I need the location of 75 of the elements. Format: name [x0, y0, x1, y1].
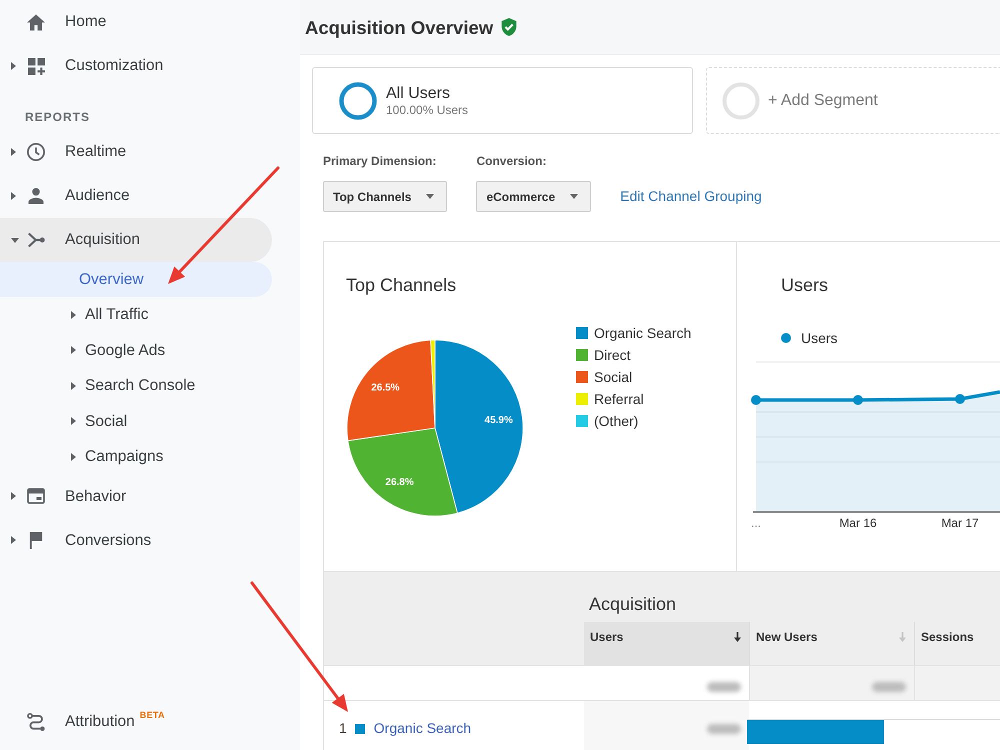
- filter-label: Primary Dimension:: [323, 154, 436, 168]
- sidebar-item[interactable]: Home: [0, 0, 124, 44]
- segment-card[interactable]: All Users 100.00% Users: [312, 67, 693, 134]
- sidebar-item[interactable]: Behavior: [0, 474, 144, 518]
- blurred-value: [872, 682, 906, 692]
- legend-label: Direct: [594, 346, 631, 364]
- blurred-value: [707, 682, 741, 692]
- sidebar-subitem[interactable]: Google Ads: [0, 332, 184, 368]
- slice-label: 26.5%: [371, 382, 400, 394]
- person-icon: [28, 188, 44, 204]
- sidebar-item[interactable]: Conversions: [0, 518, 170, 562]
- caret-right-icon: [11, 148, 16, 156]
- legend-label: Referral: [594, 390, 644, 408]
- flag-icon: [29, 532, 43, 549]
- data-point: [955, 394, 965, 404]
- caret-down-icon: [570, 194, 578, 199]
- sidebar-item[interactable]: Realtime: [0, 130, 144, 174]
- branch-icon: [27, 232, 45, 248]
- caret-right-icon: [71, 346, 76, 354]
- legend-label: Organic Search: [594, 324, 692, 343]
- caret-right-icon: [11, 62, 16, 70]
- data-point: [853, 395, 863, 405]
- dropdown-button[interactable]: Top Channels: [323, 181, 448, 212]
- filter-label: Conversion:: [476, 154, 546, 168]
- add-segment-button[interactable]: + Add Segment: [706, 67, 1000, 134]
- axis-label: Mar 17: [941, 516, 979, 530]
- sidebar-subitem[interactable]: Search Console: [0, 368, 214, 404]
- group-heading: Acquisition: [589, 594, 676, 614]
- beta-label: BETA: [140, 710, 165, 720]
- caret-down-icon: [11, 238, 19, 242]
- data-point: [751, 395, 761, 405]
- column-header[interactable]: Users: [584, 622, 749, 665]
- sidebar-subitem[interactable]: Campaigns: [0, 438, 182, 474]
- page-title: Acquisition Overview: [305, 16, 494, 38]
- legend-label: Users: [801, 328, 838, 348]
- caret-right-icon: [11, 492, 16, 500]
- chart-title: Top Channels: [346, 274, 456, 296]
- caret-right-icon: [71, 311, 76, 320]
- caret-right-icon: [71, 382, 76, 390]
- sidebar-item[interactable]: Audience: [0, 174, 148, 218]
- dashboard-grid-icon: [28, 58, 44, 74]
- section-heading: REPORTS: [25, 110, 90, 124]
- sidebar-item[interactable]: Attribution BETA: [0, 700, 183, 744]
- slice-label: 26.8%: [385, 477, 414, 488]
- sidebar-subitem[interactable]: Social: [0, 404, 146, 439]
- browser-window-icon: [27, 488, 45, 504]
- channel-link[interactable]: Organic Search: [374, 718, 472, 739]
- legend-marker-icon: [781, 333, 791, 343]
- caret-right-icon: [71, 452, 76, 461]
- sidebar-item[interactable]: Customization: [0, 44, 182, 88]
- edit-link[interactable]: Edit Channel Grouping: [620, 188, 762, 205]
- column-header[interactable]: New Users: [749, 622, 914, 665]
- caret-down-icon: [426, 194, 434, 199]
- ring-icon: [722, 82, 760, 120]
- row-rank: 1: [339, 719, 347, 738]
- chart-title: Users: [781, 274, 828, 296]
- caret-right-icon: [71, 417, 76, 426]
- column-header[interactable]: Sessions: [914, 622, 1000, 665]
- dropdown-button[interactable]: eCommerce: [476, 181, 592, 212]
- slice-label: 45.9%: [484, 415, 513, 426]
- sidebar-subitem[interactable]: All Traffic: [0, 297, 166, 333]
- caret-right-icon: [11, 192, 16, 200]
- legend-label: Social: [594, 368, 632, 386]
- verified-shield-icon: [501, 18, 518, 36]
- route-icon: [27, 713, 45, 731]
- legend-label: (Other): [594, 412, 638, 431]
- sidebar-subitem[interactable]: Overview: [0, 262, 272, 298]
- clock-icon: [27, 143, 45, 161]
- blurred-value: [707, 724, 741, 734]
- home-icon: [27, 14, 45, 30]
- axis-label: ...: [751, 516, 761, 530]
- axis-label: Mar 16: [839, 516, 877, 530]
- ring-icon: [339, 82, 377, 120]
- caret-right-icon: [11, 536, 16, 544]
- sidebar-item[interactable]: Acquisition: [0, 218, 272, 262]
